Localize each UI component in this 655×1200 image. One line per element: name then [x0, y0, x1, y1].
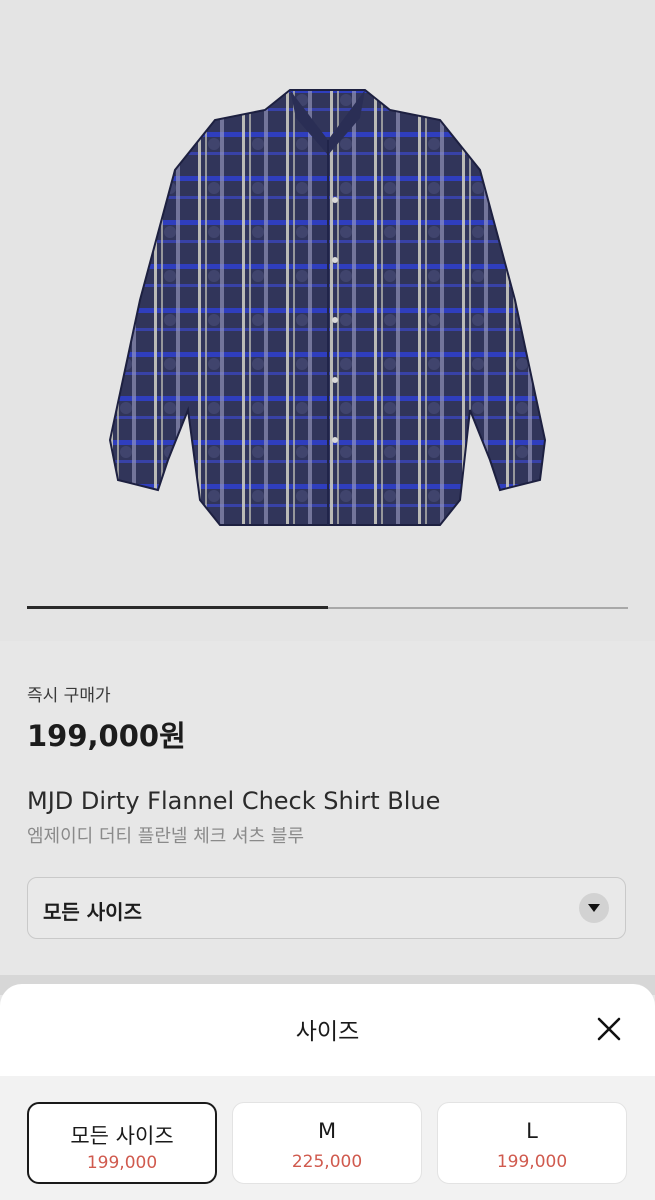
- size-options: 모든 사이즈 199,000 M 225,000 L 199,000: [0, 1076, 655, 1200]
- size-option-price: 199,000: [86, 1153, 158, 1173]
- close-icon: [597, 1017, 621, 1041]
- sheet-title: 사이즈: [295, 1019, 360, 1045]
- size-option-name: 모든 사이즈: [70, 1124, 174, 1148]
- price-label: 즉시 구매가: [27, 686, 111, 706]
- size-select-dropdown[interactable]: 모든 사이즈: [27, 877, 626, 939]
- price: 199,000원: [27, 719, 186, 753]
- size-option-name: M: [317, 1119, 337, 1143]
- gallery-progress-track: [27, 606, 628, 609]
- gallery-progress-fill: [27, 606, 328, 609]
- product-image-gallery[interactable]: [0, 0, 655, 641]
- size-select-label: 모든 사이즈: [43, 900, 142, 924]
- size-option-name: L: [526, 1119, 538, 1143]
- product-name-en: MJD Dirty Flannel Check Shirt Blue: [27, 787, 441, 815]
- size-option-price: 225,000: [291, 1152, 363, 1172]
- product-name-ko: 엠제이디 더티 플란넬 체크 셔츠 블루: [27, 826, 305, 847]
- size-bottom-sheet: 사이즈 모든 사이즈 199,000 M 225,000 L 199,000: [0, 984, 655, 1200]
- size-option-l[interactable]: L 199,000: [437, 1102, 627, 1184]
- size-option-m[interactable]: M 225,000: [232, 1102, 422, 1184]
- size-option-all[interactable]: 모든 사이즈 199,000: [27, 1102, 217, 1184]
- size-option-price: 199,000: [496, 1152, 568, 1172]
- product-image: [108, 89, 547, 526]
- chevron-down-icon: [579, 893, 609, 923]
- close-button[interactable]: [592, 1012, 626, 1046]
